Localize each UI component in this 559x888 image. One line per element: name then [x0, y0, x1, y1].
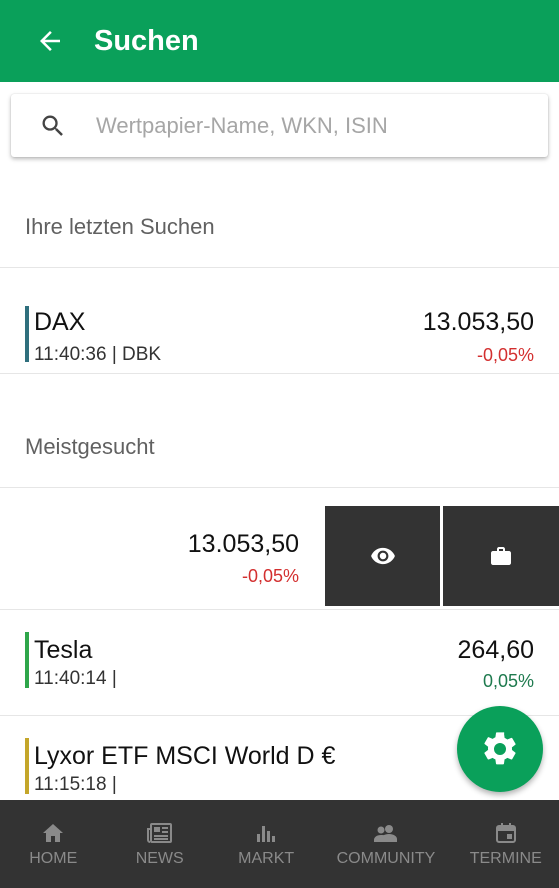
- instrument-change: 0,05%: [482, 671, 534, 691]
- nav-label: MARKT: [238, 850, 295, 867]
- app-bar: Suchen: [0, 0, 559, 82]
- recent-searches-header: Ihre letzten Suchen: [0, 186, 559, 268]
- instrument-value: 13.053,50: [187, 530, 299, 558]
- settings-fab[interactable]: [457, 706, 543, 792]
- portfolio-button[interactable]: [443, 506, 559, 606]
- page-title: Suchen: [94, 24, 199, 57]
- gear-icon: [484, 732, 516, 765]
- nav-community[interactable]: COMMUNITY: [319, 800, 452, 888]
- bar-chart-icon: [255, 820, 277, 846]
- instrument-name: Lyxor ETF MSCI World D €: [34, 742, 336, 770]
- bottom-navigation: HOME NEWS MARKT COMMUNITY TERMINE: [0, 800, 559, 888]
- instrument-meta: 11:15:18 |: [34, 774, 117, 795]
- nav-news[interactable]: NEWS: [106, 800, 212, 888]
- briefcase-icon: [491, 547, 511, 565]
- color-bar: [25, 632, 29, 688]
- nav-label: COMMUNITY: [336, 850, 436, 867]
- nav-markt[interactable]: MARKT: [213, 800, 319, 888]
- list-item-dax[interactable]: DAX 11:40:36 | DBK 13.053,50 -0,05%: [0, 268, 559, 374]
- instrument-change: -0,05%: [476, 345, 534, 365]
- search-icon[interactable]: [38, 111, 68, 141]
- most-searched-header: Meistgesucht: [0, 406, 559, 488]
- calendar-icon: [495, 820, 517, 846]
- instrument-name: Tesla: [34, 636, 93, 664]
- newspaper-icon: [146, 820, 173, 846]
- people-icon: [372, 820, 400, 846]
- instrument-name: DAX: [34, 308, 86, 336]
- instrument-change: -0,05%: [241, 566, 299, 586]
- nav-label: HOME: [29, 850, 78, 867]
- color-bar: [25, 306, 29, 362]
- home-icon: [41, 820, 65, 846]
- color-bar: [25, 738, 29, 794]
- nav-label: NEWS: [135, 850, 184, 867]
- nav-label: TERMINE: [469, 850, 542, 867]
- search-input[interactable]: [96, 112, 496, 139]
- instrument-value: 13.053,50: [422, 308, 534, 336]
- list-item-swiped[interactable]: 13.053,50 -0,05%: [0, 488, 559, 610]
- eye-icon: [370, 547, 395, 565]
- back-button[interactable]: [26, 17, 74, 65]
- instrument-meta: 11:40:14 |: [34, 668, 117, 689]
- instrument-value: 264,60: [457, 636, 534, 664]
- instrument-meta: 11:40:36 | DBK: [34, 344, 162, 365]
- arrow-left-icon: [40, 31, 60, 51]
- search-box: [11, 94, 548, 157]
- watch-button[interactable]: [325, 506, 440, 606]
- nav-termine[interactable]: TERMINE: [453, 800, 559, 888]
- list-item-tesla[interactable]: Tesla 11:40:14 | 264,60 0,05%: [0, 610, 559, 716]
- nav-home[interactable]: HOME: [0, 800, 106, 888]
